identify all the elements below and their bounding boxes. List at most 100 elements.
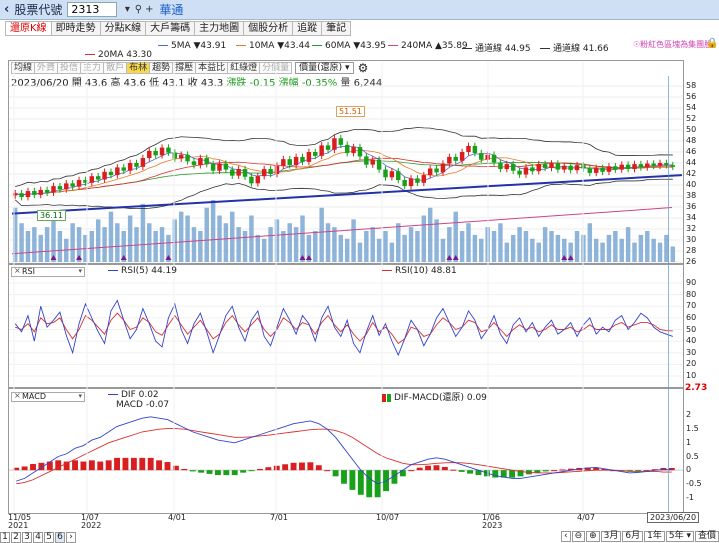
candle-body: [632, 164, 637, 170]
macd-osc-bar: [467, 470, 474, 474]
macd-axis-tick: 1: [686, 437, 692, 447]
candle-body: [415, 178, 420, 183]
price-lookup-button[interactable]: 查價: [694, 531, 719, 542]
range-3m-button[interactable]: 3月: [600, 531, 622, 542]
candle-body: [274, 165, 280, 174]
volume-bar: [632, 242, 637, 262]
bottom-bar: 1 2 3 4 5 6 › ‹ ⊖ ⊕ 3月 6月 1年 5年 ▾ 查價: [0, 531, 719, 543]
candle-body: [121, 167, 126, 171]
rsi-axis-tick: 30: [686, 347, 697, 357]
volume-bar: [25, 231, 31, 262]
scroll-left-icon[interactable]: ‹: [560, 531, 571, 542]
volume-bar: [332, 227, 337, 262]
volume-bar: [281, 231, 286, 262]
candle-body: [491, 154, 497, 163]
macd-osc-bar: [257, 468, 263, 471]
volume-bar: [147, 223, 152, 262]
page-1[interactable]: 1: [0, 531, 10, 543]
candle-body: [64, 183, 69, 190]
candle-body: [351, 147, 356, 154]
macd-osc-bar: [80, 461, 87, 471]
macd-osc-bar: [240, 470, 247, 473]
volume-bar: [376, 238, 382, 262]
candle-body: [568, 165, 573, 171]
macd-osc-bar: [534, 470, 541, 473]
macd-axis-tick: 0.5: [686, 451, 699, 461]
candle-body: [281, 159, 286, 166]
macd-osc-bar: [223, 470, 230, 476]
page-2[interactable]: 2: [11, 531, 21, 543]
volume-bar: [555, 234, 561, 262]
volume-bar: [510, 234, 516, 262]
candle-body: [198, 158, 203, 166]
candle-body: [536, 164, 541, 172]
macd-osc-bar: [332, 470, 339, 477]
candle-body: [613, 166, 618, 170]
rsi-header: RSI: [11, 266, 85, 277]
candle-body: [593, 167, 599, 173]
range-1y-button[interactable]: 1年: [644, 531, 665, 542]
volume-bar: [102, 227, 107, 262]
range-6m-button[interactable]: 6月: [622, 531, 644, 542]
volume-bar: [472, 234, 478, 262]
page-next-icon[interactable]: ›: [66, 531, 76, 543]
candle-body: [402, 180, 407, 187]
macd-osc-bar: [189, 470, 196, 472]
ma5-line: [15, 145, 673, 196]
volume-bar: [32, 227, 37, 262]
candle-body: [38, 189, 43, 195]
volume-bar: [242, 231, 248, 262]
price-axis-tick: 32: [686, 224, 697, 233]
candle-body: [574, 165, 580, 171]
range-5y-select[interactable]: 5年 ▾: [665, 531, 694, 542]
candle-body: [76, 180, 82, 187]
volume-bar: [466, 223, 471, 262]
macd-osc-bar: [341, 470, 347, 484]
zoom-out-icon[interactable]: ⊖: [571, 531, 586, 542]
candle-body: [434, 168, 439, 173]
price-axis-tick: 34: [686, 213, 697, 222]
candle-body: [25, 191, 31, 198]
volume-bar: [274, 219, 280, 262]
rsi-selector[interactable]: RSI: [11, 266, 85, 277]
macd-osc-bar: [408, 470, 415, 472]
macd-osc-bar: [635, 470, 642, 472]
candle-body: [542, 164, 548, 168]
macd-selector[interactable]: MACD: [11, 391, 85, 402]
candle-body: [223, 163, 229, 170]
rsi-axis-tick: 90: [686, 278, 697, 287]
candle-body: [562, 165, 567, 170]
macd-osc-bar: [425, 465, 431, 471]
macd-osc-bar: [206, 470, 213, 474]
candle-body: [108, 171, 114, 176]
volume-bar: [287, 223, 292, 262]
page-5[interactable]: 5: [44, 531, 54, 543]
volume-bar: [268, 227, 273, 262]
high-price-label: 51.51: [336, 106, 365, 117]
macd-osc-bar: [130, 457, 137, 471]
volume-bar: [600, 242, 605, 262]
macd-axis-tick: 2: [686, 410, 692, 420]
candle-body: [293, 156, 299, 166]
candle-body: [338, 138, 344, 145]
price-axis-tick: 30: [686, 235, 697, 244]
volume-bar: [19, 223, 24, 262]
candle-body: [427, 168, 433, 176]
price-axis-tick: 48: [686, 136, 697, 145]
volume-bar: [498, 223, 503, 262]
zoom-in-icon[interactable]: ⊕: [586, 531, 600, 542]
page-3[interactable]: 3: [22, 531, 32, 543]
volume-bar: [408, 227, 414, 262]
page-6[interactable]: 6: [55, 531, 65, 543]
volume-bar: [230, 211, 235, 262]
macd-label: MACD -0.07: [116, 400, 170, 410]
volume-bar: [517, 227, 522, 262]
volume-bar: [427, 207, 433, 262]
page-4[interactable]: 4: [33, 531, 43, 543]
price-axis-tick: 54: [686, 103, 697, 112]
candle-body: [300, 156, 305, 162]
candle-body: [159, 147, 165, 156]
volume-bar: [357, 242, 363, 262]
bollinger-upper-line: [15, 127, 673, 188]
volume-bar: [657, 242, 663, 262]
